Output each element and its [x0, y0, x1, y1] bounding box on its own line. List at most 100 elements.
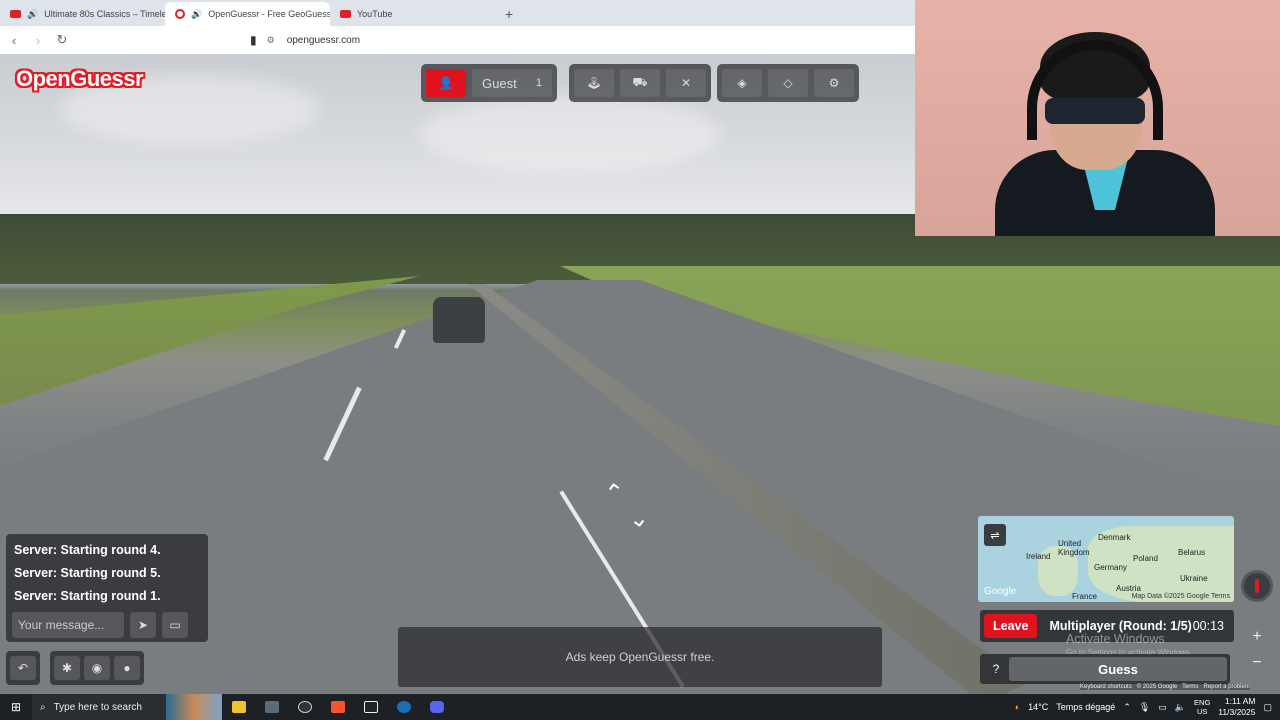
- tab-youtube[interactable]: YouTube: [330, 2, 495, 26]
- guess-map[interactable]: ⇌ Denmark United Kingdom Ireland Belarus…: [978, 516, 1234, 602]
- search-highlight-image: [166, 694, 222, 720]
- lang-code: ENG: [1194, 698, 1211, 707]
- windows-taskbar: ⊞ ⌕ Type here to search ◐ 14°C Temps dég…: [0, 694, 1280, 720]
- map-label: Poland: [1133, 554, 1158, 563]
- zoom-in-button[interactable]: +: [1246, 626, 1268, 648]
- network-icon[interactable]: ▭: [1158, 702, 1167, 713]
- report-problem-link[interactable]: Report a problem: [1203, 684, 1249, 690]
- lang-region: US: [1196, 707, 1208, 716]
- round-indicator: Multiplayer (Round: 1/5): [1049, 619, 1192, 633]
- player-list-button[interactable]: Guest 1: [472, 69, 552, 97]
- microphone-icon[interactable]: 🎙: [1139, 702, 1150, 713]
- obs-icon[interactable]: [288, 694, 321, 720]
- map-label: Ukraine: [1180, 574, 1208, 583]
- terms-link[interactable]: Terms: [1182, 684, 1198, 690]
- bug-icon[interactable]: ✱: [54, 656, 80, 680]
- clock[interactable]: 1:11 AM 11/3/2025: [1218, 696, 1255, 718]
- address-bar: ‹ › ↻ ▮ ⚙ openguessr.com: [0, 26, 915, 54]
- file-explorer-icon[interactable]: [222, 694, 255, 720]
- search-icon: ⌕: [40, 701, 46, 713]
- round-timer: 00:13: [1192, 619, 1224, 633]
- map-terms[interactable]: Terms: [1211, 593, 1230, 600]
- tab-youtube-music[interactable]: 🔊 Ultimate 80s Classics – Timeless: [0, 2, 165, 26]
- map-label: Austria: [1116, 584, 1141, 593]
- map-label: Belarus: [1178, 548, 1206, 557]
- weather-icon: ◐: [1014, 702, 1021, 712]
- community-group: ✱ ◉ ●: [50, 651, 144, 685]
- streetview-credits: Keyboard shortcuts © 2025 Google Terms R…: [1080, 684, 1250, 690]
- guess-button[interactable]: Guess: [1009, 657, 1227, 681]
- layers-icon[interactable]: ◈: [722, 69, 762, 97]
- settings-toolbar: ◈ ◇ ⚙: [717, 64, 859, 102]
- openguessr-icon: [175, 9, 185, 19]
- speaker-icon: 🔊: [27, 8, 39, 19]
- tab-openguessr[interactable]: 🔊 OpenGuessr - Free GeoGuess ✕: [165, 2, 330, 26]
- undo-group: ↶: [6, 651, 40, 685]
- chat-message: Server: Starting round 5.: [14, 566, 161, 580]
- webcam-overlay: [915, 0, 1280, 236]
- zoom-out-button[interactable]: −: [1246, 652, 1268, 674]
- screen: 🔊 Ultimate 80s Classics – Timeless 🔊 Ope…: [0, 0, 1280, 720]
- gear-icon[interactable]: ⚙: [814, 69, 854, 97]
- sunglasses: [1045, 98, 1145, 124]
- reload-icon[interactable]: ↻: [52, 32, 72, 48]
- copyright-text: © 2025 Google: [1136, 684, 1178, 690]
- map-attribution-text: Map Data ©2025 Google: [1131, 593, 1210, 600]
- new-tab-button[interactable]: +: [505, 6, 513, 22]
- layers-outline-icon[interactable]: ◇: [768, 69, 808, 97]
- tray-chevron-icon[interactable]: ⌃: [1123, 702, 1131, 713]
- tab-label: Ultimate 80s Classics – Timeless: [44, 9, 165, 19]
- ad-banner: Ads keep OpenGuessr free.: [398, 627, 882, 687]
- windows-start-icon[interactable]: ⊞: [0, 700, 32, 714]
- language-indicator[interactable]: ENG US: [1194, 698, 1210, 716]
- steam-icon[interactable]: [387, 694, 420, 720]
- volume-icon[interactable]: 🔈: [1175, 702, 1186, 713]
- calculator-icon[interactable]: [255, 694, 288, 720]
- site-info-icon[interactable]: ⚙: [267, 35, 275, 46]
- weather-temp[interactable]: 14°C: [1028, 702, 1048, 712]
- google-map-brand: Google: [984, 586, 1017, 597]
- joystick-icon[interactable]: 🕹: [574, 69, 614, 97]
- clock-date: 11/3/2025: [1218, 707, 1256, 717]
- bottom-left-controls: ↶ ✱ ◉ ●: [6, 651, 144, 685]
- url-field[interactable]: openguessr.com: [287, 35, 360, 46]
- leave-button[interactable]: Leave: [984, 614, 1038, 638]
- openguessr-logo[interactable]: OpenGuessr: [16, 66, 144, 92]
- compass-icon[interactable]: [1241, 570, 1273, 602]
- car-icon[interactable]: ⛟: [620, 69, 660, 97]
- mode-toolbar: 🕹 ⛟ ✕: [569, 64, 711, 102]
- undo-icon[interactable]: ↶: [10, 656, 36, 680]
- activate-windows-watermark: Activate Windows: [1066, 632, 1165, 646]
- chat-input-row: Your message... ➤ ▭: [12, 612, 188, 638]
- map-label: United Kingdom: [1058, 539, 1090, 557]
- chat-bubble-icon[interactable]: ▭: [162, 612, 188, 638]
- discord-taskbar-icon[interactable]: [420, 694, 453, 720]
- youtube-icon: [340, 10, 351, 18]
- brave-icon[interactable]: [321, 694, 354, 720]
- discord-icon[interactable]: ◉: [84, 656, 110, 680]
- guess-row: ? Guess: [980, 654, 1230, 684]
- keyboard-shortcuts-link[interactable]: Keyboard shortcuts: [1080, 684, 1132, 690]
- taskbar-search[interactable]: ⌕ Type here to search: [32, 694, 166, 720]
- chat-input[interactable]: Your message...: [12, 612, 124, 638]
- map-settings-icon[interactable]: ⇌: [984, 524, 1006, 546]
- app-icon[interactable]: [354, 694, 387, 720]
- crossed-tools-icon[interactable]: ✕: [666, 69, 706, 97]
- map-label: Denmark: [1098, 533, 1131, 542]
- send-icon[interactable]: ➤: [130, 612, 156, 638]
- notifications-icon[interactable]: ▢: [1263, 702, 1272, 713]
- clock-time: 1:11 AM: [1224, 696, 1256, 706]
- add-player-icon[interactable]: 👤: [426, 69, 466, 97]
- help-button[interactable]: ?: [983, 657, 1009, 681]
- back-icon[interactable]: ‹: [4, 33, 24, 48]
- tab-label: OpenGuessr - Free GeoGuess: [208, 9, 330, 19]
- forward-icon[interactable]: ›: [28, 33, 48, 48]
- tab-label: YouTube: [357, 9, 393, 19]
- car: [433, 297, 485, 343]
- browser-tab-bar: 🔊 Ultimate 80s Classics – Timeless 🔊 Ope…: [0, 0, 915, 26]
- weather-text[interactable]: Temps dégagé: [1056, 702, 1115, 712]
- map-label: Germany: [1094, 563, 1127, 572]
- reddit-icon[interactable]: ●: [114, 656, 140, 680]
- bookmark-icon[interactable]: ▮: [250, 33, 257, 47]
- cloud: [420, 94, 720, 174]
